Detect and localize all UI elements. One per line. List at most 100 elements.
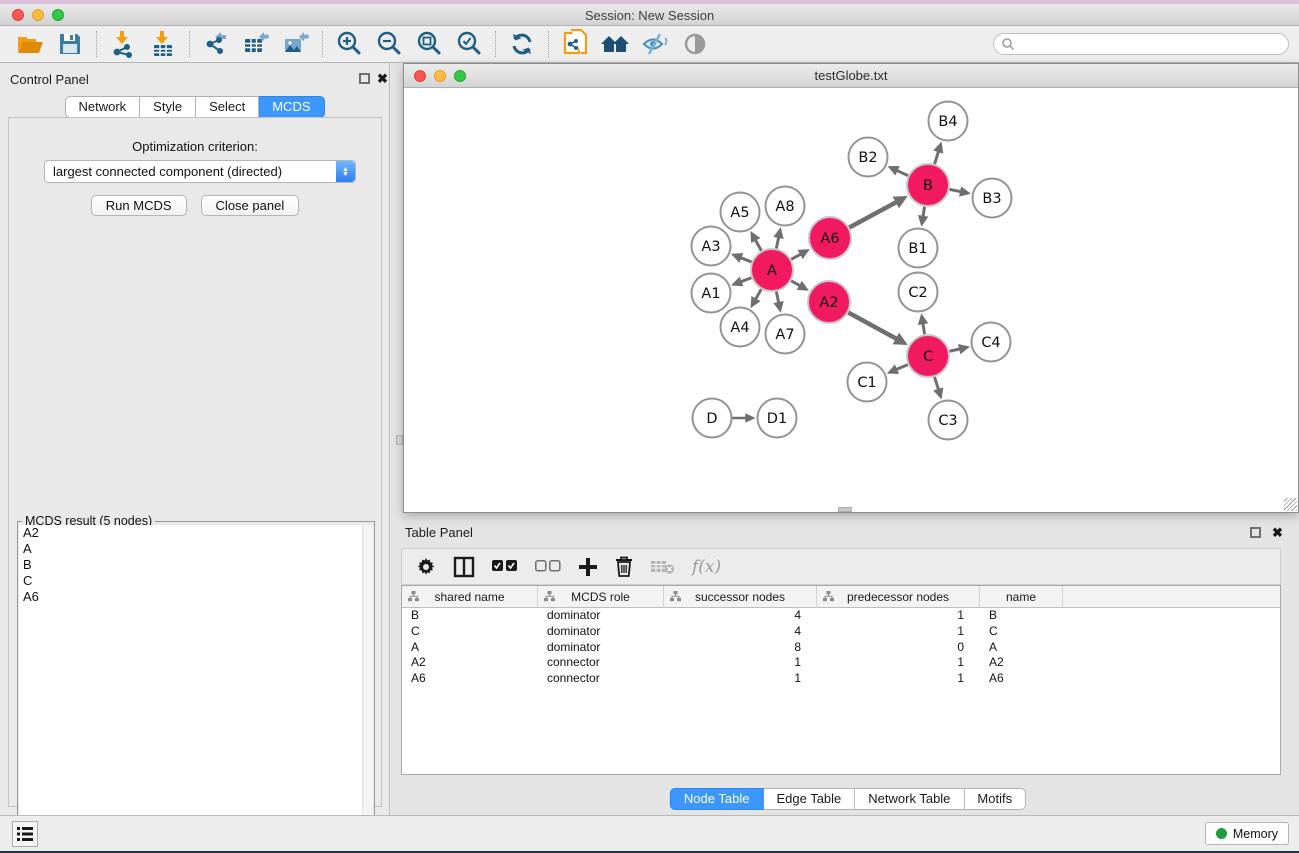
refresh-icon[interactable] — [502, 28, 542, 60]
cell-name[interactable]: A6 — [980, 671, 1063, 687]
cell-predecessor-nodes[interactable]: 1 — [817, 624, 980, 640]
canvas-hscroll-thumb[interactable] — [838, 507, 852, 512]
tab-node-table[interactable]: Node Table — [670, 788, 764, 810]
cell-shared-name[interactable]: C — [402, 624, 538, 640]
cell-name[interactable]: C — [980, 624, 1063, 640]
edge-B-B4[interactable] — [935, 150, 939, 164]
add-column-icon[interactable] — [578, 553, 598, 581]
cell-MCDS-role[interactable]: dominator — [538, 624, 664, 640]
table-options-gear-icon[interactable] — [416, 553, 436, 581]
edge-C-C3[interactable] — [935, 377, 939, 391]
memory-button[interactable]: Memory — [1205, 822, 1289, 845]
column-header-MCDS-role[interactable]: MCDS role — [538, 586, 664, 608]
edge-B-B2[interactable] — [896, 170, 908, 176]
cell-predecessor-nodes[interactable]: 1 — [817, 655, 980, 671]
cell-shared-name[interactable]: A2 — [402, 655, 538, 671]
function-builder-icon[interactable]: f(x) — [692, 553, 721, 581]
cell-shared-name[interactable]: A6 — [402, 671, 538, 687]
import-table-icon[interactable] — [143, 28, 183, 60]
tab-mcds[interactable]: MCDS — [259, 96, 324, 118]
tab-select[interactable]: Select — [196, 96, 259, 118]
cell-MCDS-role[interactable]: connector — [538, 671, 664, 687]
column-header-predecessor-nodes[interactable]: predecessor nodes — [817, 586, 980, 608]
home-view-icon[interactable] — [595, 28, 635, 60]
cell-predecessor-nodes[interactable]: 1 — [817, 608, 980, 624]
result-scrollbar[interactable] — [362, 525, 373, 853]
result-item-a2[interactable]: A2 — [19, 525, 363, 541]
close-panel-icon[interactable]: ✖ — [377, 73, 388, 84]
result-item-c[interactable]: C — [19, 573, 363, 589]
export-image-icon[interactable] — [276, 28, 316, 60]
search-input[interactable] — [993, 33, 1289, 55]
table-row-a6[interactable]: A6connector11A6 — [402, 671, 1280, 687]
column-header-successor-nodes[interactable]: successor nodes — [664, 586, 817, 608]
node-table[interactable]: shared nameMCDS rolesuccessor nodesprede… — [401, 585, 1281, 775]
column-header-shared-name[interactable]: shared name — [402, 586, 538, 608]
float-panel-icon[interactable] — [359, 73, 370, 84]
network-window-titlebar[interactable]: testGlobe.txt — [404, 64, 1298, 88]
network-canvas[interactable]: AA1A2A3A4A5A6A7A8BB1B2B3B4CC1C2C3C4DD1 — [404, 88, 1298, 512]
criterion-dropdown[interactable]: largest connected component (directed) ▲… — [44, 160, 356, 183]
network-graph[interactable]: AA1A2A3A4A5A6A7A8BB1B2B3B4CC1C2C3C4DD1 — [404, 88, 1298, 512]
cell-successor-nodes[interactable]: 1 — [664, 671, 817, 687]
cell-successor-nodes[interactable]: 4 — [664, 608, 817, 624]
open-session-icon[interactable] — [10, 28, 50, 60]
zoom-out-icon[interactable] — [369, 28, 409, 60]
table-row-a2[interactable]: A2connector11A2 — [402, 655, 1280, 671]
cell-shared-name[interactable]: B — [402, 608, 538, 624]
cell-MCDS-role[interactable]: connector — [538, 655, 664, 671]
deselect-all-checks-icon[interactable] — [535, 553, 561, 581]
export-table-icon[interactable] — [236, 28, 276, 60]
save-session-icon[interactable] — [50, 28, 90, 60]
result-item-a[interactable]: A — [19, 541, 363, 557]
delete-table-icon[interactable] — [650, 553, 675, 581]
table-row-b[interactable]: Bdominator41B — [402, 608, 1280, 624]
table-float-panel-icon[interactable] — [1250, 527, 1261, 538]
search-text-field[interactable] — [1015, 37, 1288, 51]
result-item-b[interactable]: B — [19, 557, 363, 573]
memory-button-label: Memory — [1233, 827, 1278, 841]
task-history-list-icon[interactable] — [12, 821, 38, 847]
graph-node-label-A2: A2 — [819, 295, 838, 311]
cell-shared-name[interactable]: A — [402, 640, 538, 656]
import-network-icon[interactable] — [103, 28, 143, 60]
zoom-in-icon[interactable] — [329, 28, 369, 60]
show-graphics-icon[interactable] — [675, 28, 715, 60]
run-mcds-button[interactable]: Run MCDS — [91, 195, 187, 216]
tab-network-table[interactable]: Network Table — [855, 788, 964, 810]
cell-MCDS-role[interactable]: dominator — [538, 608, 664, 624]
cell-successor-nodes[interactable]: 8 — [664, 640, 817, 656]
hide-graphics-icon[interactable] — [635, 28, 675, 60]
clone-network-icon[interactable] — [555, 28, 595, 60]
tab-style[interactable]: Style — [140, 96, 196, 118]
cell-name[interactable]: A2 — [980, 655, 1063, 671]
cell-name[interactable]: A — [980, 640, 1063, 656]
cell-successor-nodes[interactable]: 4 — [664, 624, 817, 640]
cell-predecessor-nodes[interactable]: 1 — [817, 671, 980, 687]
edge-A6-B[interactable] — [849, 201, 897, 227]
result-item-a6[interactable]: A6 — [19, 589, 363, 605]
export-network-icon[interactable] — [196, 28, 236, 60]
close-panel-button[interactable]: Close panel — [201, 195, 300, 216]
tab-motifs[interactable]: Motifs — [964, 788, 1026, 810]
window-resize-grip[interactable] — [1284, 498, 1297, 511]
table-row-c[interactable]: Cdominator41C — [402, 624, 1280, 640]
show-columns-icon[interactable] — [453, 553, 475, 581]
cell-name[interactable]: B — [980, 608, 1063, 624]
column-header-name[interactable]: name — [980, 586, 1063, 608]
cell-predecessor-nodes[interactable]: 0 — [817, 640, 980, 656]
panel-scroll-thumb[interactable] — [396, 435, 403, 445]
cell-successor-nodes[interactable]: 1 — [664, 655, 817, 671]
table-row-a[interactable]: Adominator80A — [402, 640, 1280, 656]
select-all-checks-icon[interactable] — [492, 553, 518, 581]
zoom-selected-icon[interactable] — [449, 28, 489, 60]
tab-edge-table[interactable]: Edge Table — [763, 788, 855, 810]
table-close-panel-icon[interactable]: ✖ — [1272, 527, 1283, 538]
edge-C-C1[interactable] — [895, 365, 908, 370]
delete-column-icon[interactable] — [615, 553, 633, 581]
edge-A2-C[interactable] — [848, 313, 897, 340]
tab-network[interactable]: Network — [64, 96, 140, 118]
zoom-fit-icon[interactable] — [409, 28, 449, 60]
cell-MCDS-role[interactable]: dominator — [538, 640, 664, 656]
edge-A-A5[interactable] — [755, 239, 762, 251]
